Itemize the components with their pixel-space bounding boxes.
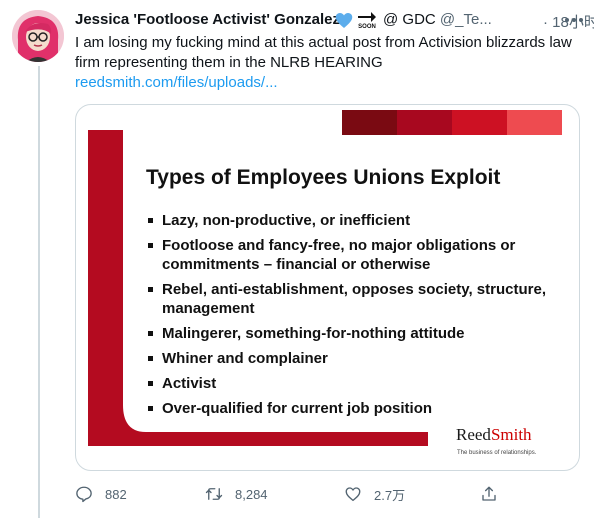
reedsmith-logo: ReedSmith [456, 425, 532, 445]
slide-bullet: Rebel, anti-establishment, opposes socie… [148, 280, 568, 318]
avatar-image [12, 10, 64, 62]
slide-bullet: Whiner and complainer [148, 349, 568, 368]
retweet-icon [205, 488, 223, 500]
slide-bullet: Lazy, non-productive, or inefficient [148, 211, 568, 230]
logo-smith: Smith [490, 425, 532, 444]
at-sign: @ [383, 11, 399, 28]
share-button[interactable] [480, 483, 510, 505]
like-count: 2.7万 [374, 487, 406, 503]
tweet-link[interactable]: reedsmith.com/files/uploads/... [75, 73, 278, 93]
action-bar: 882 8,284 2.7万 [75, 483, 515, 505]
slide-bullet: Malingerer, something-for-nothing attitu… [148, 324, 568, 343]
gdc-label: GDC [402, 11, 436, 28]
slide-title: Types of Employees Unions Exploit [146, 166, 501, 189]
logo-tagline: The business of relationships. [457, 450, 537, 456]
username[interactable]: @_Te... [440, 11, 492, 28]
soon-arrow-icon: SOON [356, 10, 378, 30]
slide-bullet: Activist [148, 374, 568, 393]
retweet-count: 8,284 [235, 486, 268, 502]
media-image[interactable]: Types of Employees Unions Exploit Lazy, … [75, 104, 580, 471]
blue-heart-icon [335, 12, 353, 33]
more-icon[interactable] [564, 10, 584, 27]
slide-bullet: Footloose and fancy-free, no major oblig… [148, 236, 568, 274]
handle-group: @ GDC @_Te... [383, 11, 492, 28]
logo-reed: Reed [456, 425, 491, 444]
display-name[interactable]: Jessica 'Footloose Activist' Gonzalez [75, 11, 340, 28]
share-icon [482, 486, 496, 501]
reply-count: 882 [105, 486, 127, 502]
slide-bullets: Lazy, non-productive, or inefficient Foo… [148, 211, 568, 424]
thread-line [38, 66, 40, 518]
avatar[interactable] [12, 10, 64, 62]
reply-button[interactable]: 882 [75, 483, 127, 505]
tweet-header: Jessica 'Footloose Activist' Gonzalez SO… [75, 10, 594, 33]
tweet-text: I am losing my fucking mind at this actu… [75, 34, 572, 71]
like-button[interactable]: 2.7万 [344, 483, 405, 505]
reply-icon [76, 486, 92, 503]
soon-label: SOON [358, 24, 376, 30]
like-icon [345, 487, 361, 502]
retweet-button[interactable]: 8,284 [205, 483, 268, 505]
slide-bullet: Over-qualified for current job position [148, 399, 568, 418]
